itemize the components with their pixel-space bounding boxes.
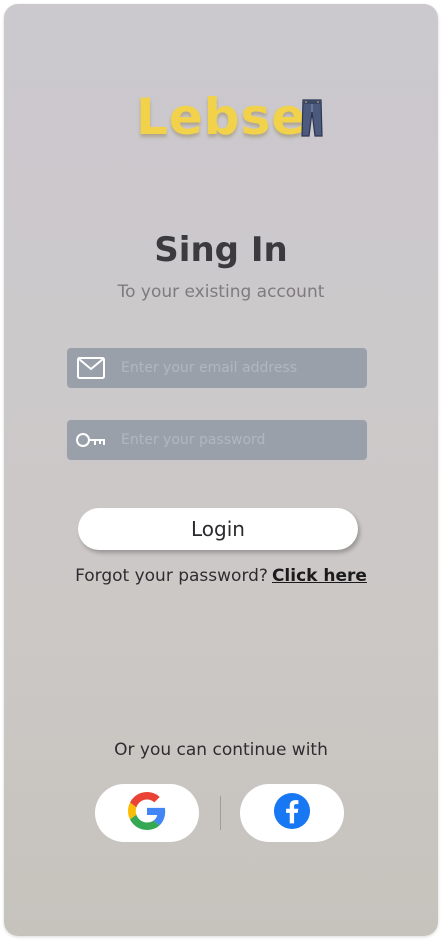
continue-with-label: Or you can continue with [114,740,328,760]
google-icon [128,792,166,834]
forgot-password-text: Forgot your password? [75,566,268,586]
facebook-icon [273,792,311,834]
page-title: Sing In [154,230,288,270]
login-button[interactable]: Login [78,508,358,550]
google-button[interactable] [95,784,199,842]
forgot-password-link[interactable]: Click here [272,566,367,586]
key-icon [71,430,111,450]
password-input[interactable] [111,420,367,460]
brand-logo: Lebse [136,84,323,150]
forgot-password-row: Forgot your password? Click here [4,566,438,586]
facebook-button[interactable] [240,784,344,842]
logo-text: Lebse [136,88,307,146]
mail-icon [71,356,111,380]
page-subtitle: To your existing account [117,282,325,302]
social-divider [220,796,221,830]
jeans-icon [300,98,324,142]
email-field[interactable] [67,348,367,388]
password-field[interactable] [67,420,367,460]
login-card: Lebse Sing In To your existing account E… [4,4,438,936]
email-input[interactable] [111,348,367,388]
